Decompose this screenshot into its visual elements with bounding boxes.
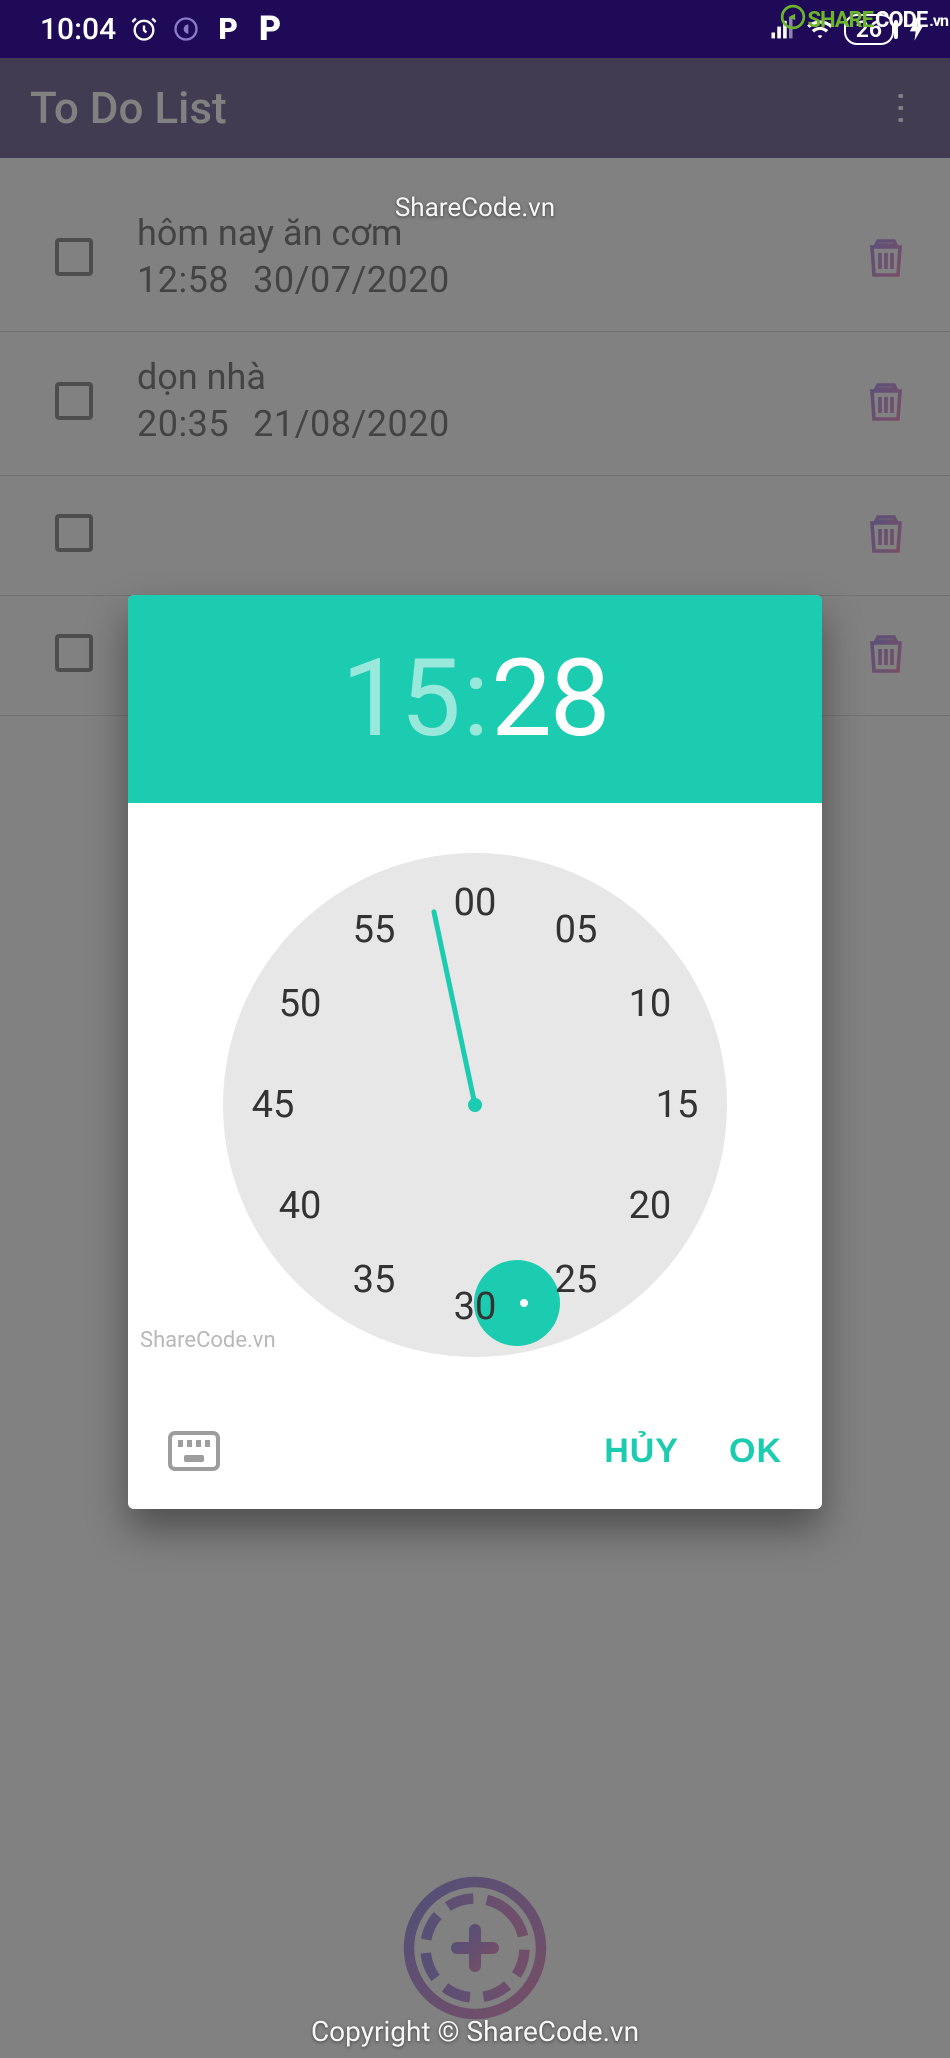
status-left: 10:04 P P [40,12,284,47]
copyright-text: Copyright © ShareCode.vn [311,2015,639,2048]
time-display: 15 : 28 [342,636,609,762]
keyboard-icon[interactable] [168,1431,220,1471]
dialog-actions: HỦY OK [128,1421,822,1509]
screen: 10:04 P P 26 [0,0,950,2058]
watermark-text: ShareCode.vn [395,193,555,223]
clock-tick[interactable]: 35 [344,1250,404,1310]
time-minute[interactable]: 28 [491,636,608,762]
p-icon: P [214,15,242,43]
clock-tick[interactable]: 45 [243,1075,303,1135]
watermark-text: ShareCode.vn [140,1328,276,1353]
watermark-logo: SHARECODE.vn [780,4,949,37]
time-hour[interactable]: 15 [342,636,459,762]
alarm-icon [130,15,158,43]
clock-tick[interactable]: 55 [344,900,404,960]
action-buttons: HỦY OK [604,1432,782,1471]
p-icon-2: P [256,15,284,43]
clock-tick[interactable]: 10 [620,974,680,1034]
moon-icon [172,15,200,43]
clock-tick[interactable]: 50 [270,974,330,1034]
clock-tick[interactable]: 05 [546,900,606,960]
clock-tick[interactable]: 30 [445,1277,505,1337]
ok-button[interactable]: OK [729,1432,782,1471]
clock-tick[interactable]: 15 [647,1075,707,1135]
clock-hand [431,909,477,1106]
clock-center-dot [468,1098,482,1112]
clock-face[interactable]: 00 0510 15 2025 30 3540 45 5055 [223,853,727,1357]
time-colon: : [463,636,487,762]
time-picker-header: 15 : 28 [128,595,822,803]
clock-tick[interactable]: 00 [445,873,505,933]
clock-tick[interactable]: 20 [620,1176,680,1236]
clock-tick[interactable]: 40 [270,1176,330,1236]
cancel-button[interactable]: HỦY [604,1432,679,1471]
clock-area: 00 0510 15 2025 30 3540 45 5055 ShareCode.vn [128,803,822,1421]
time-picker-dialog: 15 : 28 00 0510 15 2025 30 3540 45 5055 ShareCo… [128,595,822,1509]
clock-tick[interactable]: 25 [546,1250,606,1310]
status-time: 10:04 [40,12,116,47]
logo-mark-icon [780,4,806,37]
